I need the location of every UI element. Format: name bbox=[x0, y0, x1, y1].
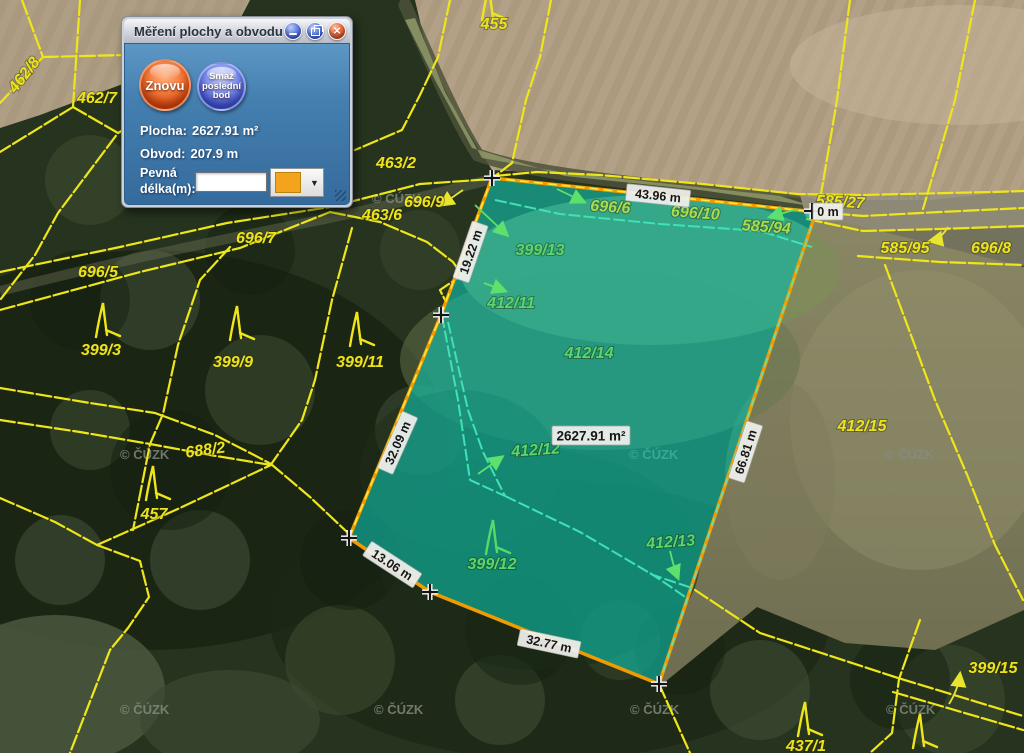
fixed-length-label: Pevná délka(m): bbox=[140, 166, 196, 197]
parcel-label: 399/15 bbox=[969, 660, 1019, 677]
cadastral-map-app: © ČÚZK © ČÚZK © ČÚZK © ČÚZK © ČÚZK © ČÚZ… bbox=[0, 0, 1024, 753]
parcel-label: 399/3 bbox=[81, 342, 121, 359]
perimeter-readout: Obvod: 207.9 m bbox=[140, 146, 238, 161]
redo-button-label: Znovu bbox=[146, 78, 185, 93]
dialog-body: Znovu Smaž poslední bod Plocha: 2627.91 m… bbox=[124, 43, 350, 205]
parcel-label: 585/94 bbox=[741, 217, 791, 237]
area-value: 2627.91 m² bbox=[192, 123, 259, 138]
parcel-label: 399/13 bbox=[516, 242, 565, 259]
close-button[interactable]: × bbox=[328, 22, 346, 40]
parcel-label: 412/15 bbox=[837, 418, 888, 435]
redo-button[interactable]: Znovu bbox=[139, 59, 191, 111]
cuzk-watermark: © ČÚZK bbox=[120, 447, 170, 462]
restore-icon bbox=[311, 28, 320, 36]
parcel-label: 696/5 bbox=[78, 264, 119, 281]
parcel-label: 696/8 bbox=[971, 240, 1011, 257]
parcel-label: 437/1 bbox=[785, 738, 826, 753]
parcel-label: 696/6 bbox=[590, 198, 631, 218]
parcel-label: 696/9 bbox=[404, 194, 444, 211]
measure-dialog: Měření plochy a obvodu × Znovu Smaž posl… bbox=[121, 16, 353, 208]
delete-last-point-button[interactable]: Smaž poslední bod bbox=[197, 62, 246, 111]
parcel-label: 399/9 bbox=[213, 354, 253, 371]
area-label: Plocha: bbox=[140, 123, 187, 138]
dialog-title: Měření plochy a obvodu bbox=[134, 24, 283, 39]
resize-grip[interactable] bbox=[335, 190, 346, 201]
parcel-label: 412/14 bbox=[564, 345, 614, 362]
cuzk-watermark: © ČÚZK bbox=[374, 702, 424, 717]
segment-length-label: 0 m bbox=[813, 203, 843, 220]
parcel-label: 696/7 bbox=[236, 230, 277, 247]
close-icon: × bbox=[333, 23, 341, 39]
minimize-icon bbox=[289, 33, 297, 36]
parcel-label: 463/6 bbox=[361, 207, 402, 224]
parcel-label: 463/2 bbox=[375, 155, 416, 172]
svg-text:0 m: 0 m bbox=[817, 205, 839, 219]
perimeter-value: 207.9 m bbox=[191, 146, 239, 161]
dropdown-arrow-icon: ▼ bbox=[310, 178, 319, 188]
svg-text:2627.91 m²: 2627.91 m² bbox=[556, 429, 626, 444]
restore-button[interactable] bbox=[306, 22, 324, 40]
dialog-titlebar[interactable]: Měření plochy a obvodu × bbox=[124, 19, 350, 43]
color-swatch bbox=[275, 172, 301, 193]
line-color-picker[interactable]: ▼ bbox=[270, 168, 324, 197]
parcel-label: 457 bbox=[140, 506, 169, 523]
area-value-label: 2627.91 m² bbox=[552, 426, 630, 445]
perimeter-label: Obvod: bbox=[140, 146, 186, 161]
parcel-label: 412/11 bbox=[486, 295, 535, 312]
cuzk-watermark: © ČÚZK bbox=[885, 447, 935, 462]
parcel-label: 455 bbox=[480, 16, 509, 33]
delete-last-label-line: bod bbox=[213, 91, 230, 101]
parcel-label: 399/11 bbox=[336, 354, 384, 371]
window-controls: × bbox=[284, 22, 346, 40]
fixed-length-input[interactable] bbox=[195, 172, 267, 192]
area-readout: Plocha: 2627.91 m² bbox=[140, 123, 258, 138]
minimize-button[interactable] bbox=[284, 22, 302, 40]
parcel-label: 585/95 bbox=[881, 240, 931, 257]
parcel-label: 462/7 bbox=[76, 90, 118, 107]
parcel-label: 399/12 bbox=[468, 556, 517, 573]
parcel-label: 412/13 bbox=[645, 532, 696, 552]
cuzk-watermark: © ČÚZK bbox=[120, 702, 170, 717]
